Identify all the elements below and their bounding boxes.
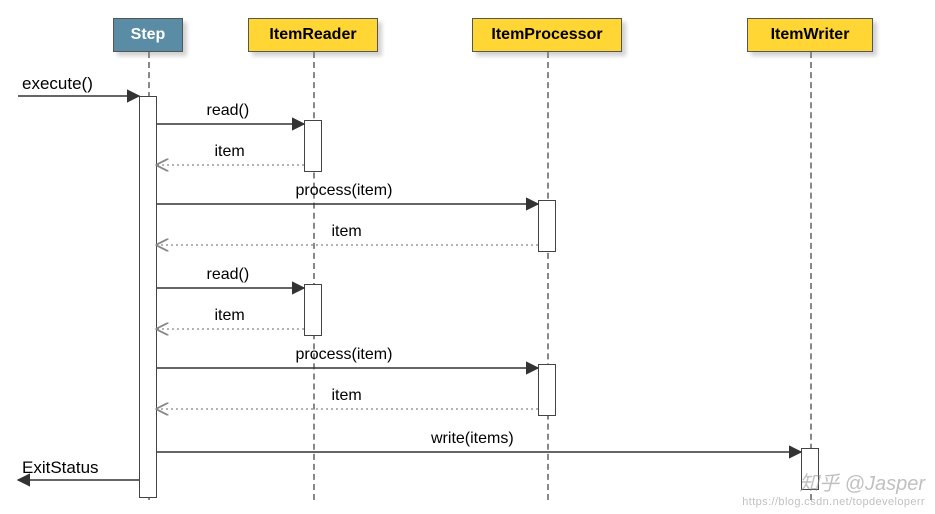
activation-step [139,96,157,498]
message-label-read1_ret: item [215,143,245,161]
activation-writer [801,448,819,490]
watermark: 知乎 @Jasper https://blog.csdn.net/topdeve… [742,467,925,508]
message-label-proc2_call: process(item) [296,346,393,364]
label-exitstatus: ExitStatus [22,458,99,478]
participant-itemreader: ItemReader [248,18,378,52]
participant-itemwriter: ItemWriter [747,18,873,52]
message-label-proc1_ret: item [332,223,362,241]
lifeline-itemwriter [810,52,812,500]
sequence-diagram: Step ItemReader ItemProcessor ItemWriter… [0,0,935,514]
lifeline-itemprocessor [547,52,549,500]
message-label-proc2_ret: item [332,387,362,405]
label-execute: execute() [22,74,93,94]
message-label-read1_call: read() [207,102,250,120]
activation-processor [538,200,556,252]
participant-step: Step [113,18,183,52]
participant-itemprocessor: ItemProcessor [472,18,622,52]
activation-reader [304,120,322,172]
message-label-proc1_call: process(item) [296,182,393,200]
message-label-read2_ret: item [215,307,245,325]
activation-reader [304,284,322,336]
message-label-read2_call: read() [207,266,250,284]
message-label-write_call: write(items) [431,430,514,448]
activation-processor [538,364,556,416]
